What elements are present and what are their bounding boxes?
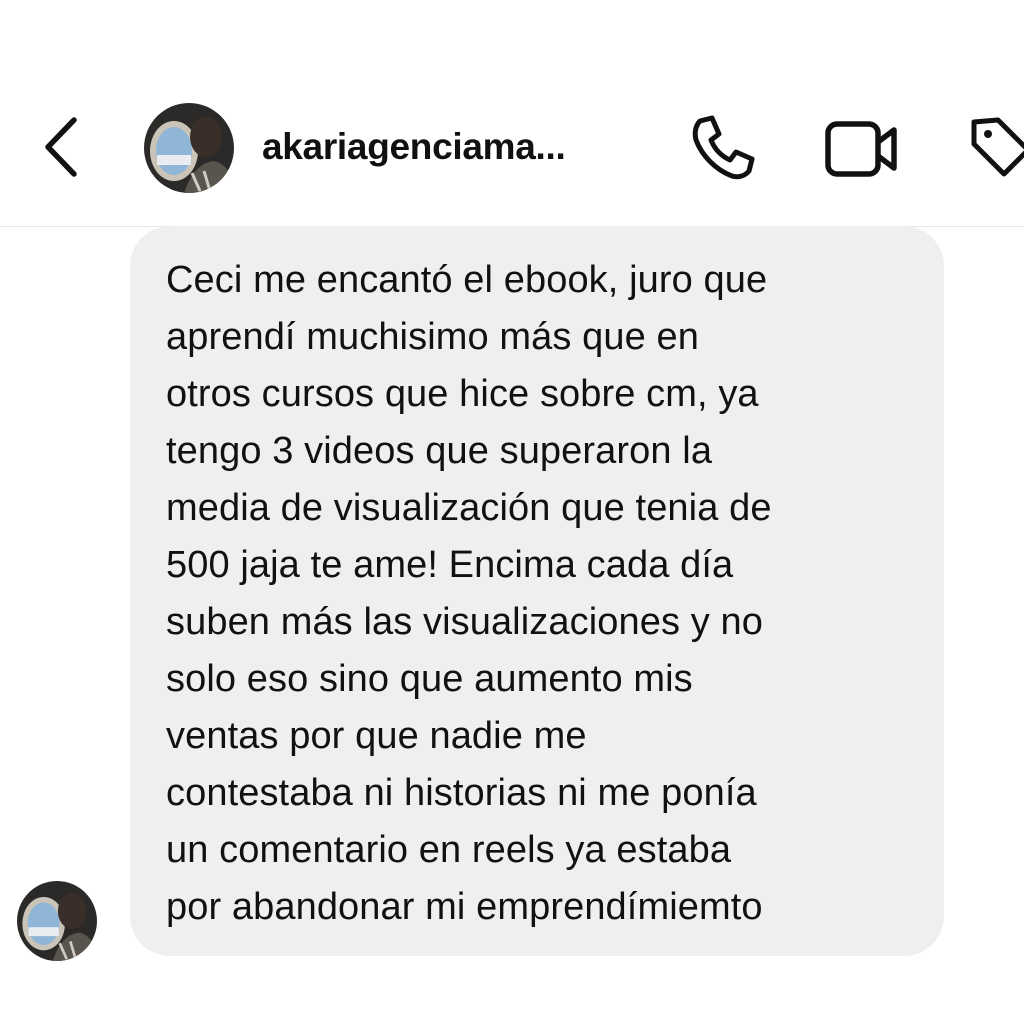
tag-icon xyxy=(971,117,1024,177)
message-line: tengo 3 videos que superaron la xyxy=(166,430,713,472)
message-line: solo eso sino que aumento mis xyxy=(166,658,693,700)
message-line: aprendí muchisimo más que en xyxy=(166,316,699,358)
video-camera-icon xyxy=(825,121,897,177)
message-line: contestaba ni historias ni me ponía xyxy=(166,772,757,814)
message-line: 500 jaja te ame! Encima cada día xyxy=(166,544,734,586)
message-line: suben más las visualizaciones y no xyxy=(166,601,763,643)
tag-button[interactable] xyxy=(964,112,1024,182)
message-line: otros cursos que hice sobre cm, ya xyxy=(166,373,759,415)
chat-header: akariagenciama... xyxy=(0,0,1024,227)
profile-photo-image xyxy=(17,881,97,961)
message-line: un comentario en reels ya estaba xyxy=(166,829,732,871)
message-bubble[interactable]: Ceci me encantó el ebook, juro que apren… xyxy=(130,226,944,956)
avatar[interactable] xyxy=(144,103,234,193)
chevron-left-icon xyxy=(45,117,77,177)
video-call-button[interactable] xyxy=(822,116,902,182)
message-line: ventas por que nadie me xyxy=(166,715,587,757)
sender-avatar[interactable] xyxy=(17,881,97,961)
back-button[interactable] xyxy=(36,112,86,182)
phone-icon xyxy=(692,115,755,180)
message-line: por abandonar mi emprendímiemto xyxy=(166,886,763,928)
chat-screen: akariagenciama... Ceci me encantó el ebo… xyxy=(0,0,1024,1024)
profile-photo-image xyxy=(144,103,234,193)
chat-username[interactable]: akariagenciama... xyxy=(262,126,662,168)
message-line: media de visualización que tenia de xyxy=(166,487,772,529)
call-button[interactable] xyxy=(688,112,758,182)
message-line: Ceci me encantó el ebook, juro que xyxy=(166,259,768,301)
